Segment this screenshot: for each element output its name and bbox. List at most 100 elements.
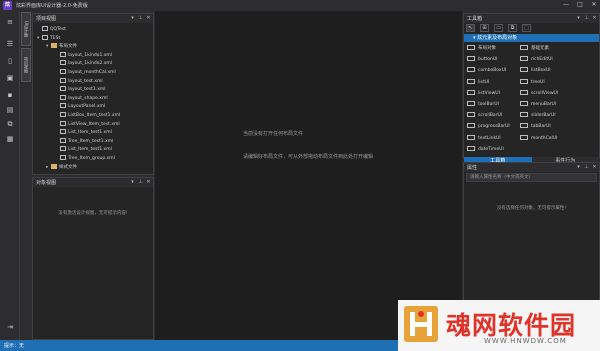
panel-controls: ▾ ⊥ ✕: [130, 179, 151, 186]
file-icon: [60, 86, 66, 92]
copy-tool-icon[interactable]: ⧉: [508, 24, 517, 32]
collapse-icon[interactable]: ⇥: [6, 323, 14, 331]
toolbox-item[interactable]: scrollViewUI: [520, 89, 558, 98]
tree-folder[interactable]: ▾ 布局文件: [46, 43, 77, 51]
tree-file[interactable]: List_Item_test1.xml: [55, 129, 112, 137]
toolbox-item[interactable]: richEditUI: [520, 55, 553, 64]
tree-file[interactable]: Tree_Item_test1.xml: [55, 137, 113, 146]
export-icon[interactable]: ⧉: [6, 120, 14, 128]
toolbox-item-label: textLinkUI: [478, 135, 501, 141]
close-icon[interactable]: ✕: [592, 15, 597, 22]
pin-icon[interactable]: ⊥: [138, 179, 143, 186]
toolbox-item[interactable]: buttonUI: [467, 55, 497, 64]
save-all-icon[interactable]: ▤: [6, 106, 14, 114]
toolbox-item[interactable]: scrollBarUI: [467, 111, 502, 120]
file-icon: [60, 60, 66, 66]
save-icon[interactable]: ▪: [6, 91, 14, 99]
toolbox-item-label: treeUI: [531, 79, 545, 85]
close-button[interactable]: ✕: [590, 1, 598, 9]
tree-file[interactable]: layout_1kindo2.xml: [55, 60, 112, 68]
dropdown-icon[interactable]: ▾: [576, 15, 581, 22]
toolbox-item[interactable]: menuBarUI: [520, 100, 556, 109]
close-icon[interactable]: ✕: [146, 179, 151, 186]
control-icon: [520, 45, 528, 50]
toolbox-item[interactable]: toolBarUI: [467, 100, 499, 109]
new-file-icon[interactable]: ▯: [6, 57, 14, 65]
tab-project-view[interactable]: 项目视图: [21, 48, 31, 82]
toolbox-item-label: monthCalUI: [531, 135, 558, 141]
tab-ui-designer[interactable]: UI设计器: [21, 12, 31, 46]
toolbox-item[interactable]: sliderBarUI: [520, 111, 556, 120]
tree-item-label: layout_shape.xml: [68, 95, 108, 101]
toolbox-item[interactable]: comboBoxUI: [467, 66, 506, 75]
frame-tool-icon[interactable]: ⬚: [522, 24, 531, 32]
tree-item-label: LayoutPanel.xml: [68, 104, 106, 110]
tree-item-label: ListBox_Item_test1.xml: [68, 113, 121, 118]
tree-file[interactable]: LayoutPanel.xml: [55, 103, 105, 111]
tree-file[interactable]: Tree_Item_group.xml: [55, 155, 115, 163]
dropdown-icon[interactable]: ▾: [130, 179, 135, 186]
tree-file[interactable]: ▾ TESt: [37, 34, 60, 43]
import-icon[interactable]: ▦: [6, 135, 14, 143]
toolbox-item[interactable]: listUI: [467, 78, 489, 87]
tree-file[interactable]: ListView_Item_test.xml: [55, 120, 120, 129]
dropdown-icon[interactable]: ▾: [576, 164, 581, 171]
close-icon[interactable]: ✕: [146, 15, 151, 22]
toolbox-item[interactable]: listBoxUI: [520, 66, 551, 75]
status-text: 提示：无: [4, 343, 25, 349]
toolbox-item-label: richEditUI: [531, 57, 553, 63]
rect-tool-icon[interactable]: ▭: [494, 24, 503, 32]
empty-message: 没有选择任何对象，无可提示属性!: [496, 206, 567, 211]
toolbox-group-header[interactable]: ▾ 炫元素及布局对象: [464, 34, 599, 42]
toolbox-item-label: comboBoxUI: [478, 68, 507, 74]
tree-file[interactable]: layout_monthCal.xml: [55, 69, 116, 77]
pin-icon[interactable]: ⊥: [584, 164, 589, 171]
minimize-button[interactable]: —: [562, 1, 570, 9]
maximize-button[interactable]: □: [576, 1, 584, 9]
tree-file[interactable]: layout_1kindo1.xml: [55, 51, 112, 60]
control-icon: [467, 101, 475, 106]
tree-file[interactable]: List_Item_test1.xml: [55, 146, 112, 154]
toolbox-item-label: buttonUI: [478, 57, 498, 63]
toolbox-item[interactable]: progressBarUI: [467, 122, 510, 131]
tree-item-label: List_Item_test1.xml: [68, 147, 112, 153]
tree-file[interactable]: layout_test.xml: [55, 77, 103, 86]
open-file-icon[interactable]: ▣: [6, 74, 14, 82]
tree-item-label: 样式文件: [59, 164, 77, 170]
tree-file[interactable]: QQTest: [37, 26, 66, 34]
toolbox-item[interactable]: 基础元素: [520, 44, 549, 53]
toolbox-item[interactable]: listViewUI: [467, 89, 500, 98]
toolbox-item-label: listViewUI: [478, 90, 500, 96]
close-icon[interactable]: ✕: [592, 164, 597, 171]
tree-item-label: layout_test.xml: [68, 78, 103, 84]
toolbox-item[interactable]: tabBarUI: [520, 122, 551, 131]
control-icon: [520, 101, 528, 106]
tree-file[interactable]: ListBox_Item_test1.xml: [55, 112, 120, 120]
toolbox-item[interactable]: dateTimeUI: [467, 145, 504, 154]
toolbox-item[interactable]: textLinkUI: [467, 134, 501, 143]
tree-file[interactable]: layout_shape.xml: [55, 94, 108, 103]
list-icon[interactable]: ☰: [6, 40, 14, 48]
window-title: 炫彩界面库UI设计器-2.0-免费版: [16, 3, 88, 9]
panel-header: 项目视图 ▾ ⊥ ✕: [33, 14, 153, 23]
toolbox-item[interactable]: monthCalUI: [520, 134, 557, 143]
toolbox-item[interactable]: 布局对象: [467, 44, 496, 53]
toolbox-item-label: listUI: [478, 79, 490, 85]
grid-tool-icon[interactable]: ⊞: [480, 24, 489, 32]
file-icon: [60, 51, 66, 57]
pin-icon[interactable]: ⊥: [584, 15, 589, 22]
file-icon: [42, 26, 48, 31]
editor-area[interactable]: 当前没有打开任何布局文件 请编辑好布局文件，可从外部拖动布局文件到此处打开编辑: [155, 11, 462, 340]
property-search-input[interactable]: 请输入属性名称（中文或英文）: [466, 173, 597, 182]
control-icon: [467, 145, 475, 151]
dropdown-icon[interactable]: ▾: [130, 15, 135, 22]
pin-icon[interactable]: ⊥: [138, 15, 143, 22]
tree-file[interactable]: layout_test1.xml: [55, 86, 106, 94]
toolbox-item[interactable]: treeUI: [520, 78, 545, 87]
pointer-tool-icon[interactable]: ↖: [466, 24, 475, 32]
tree-folder[interactable]: ▸ 样式文件: [46, 163, 77, 172]
tree-item-label: 布局文件: [59, 44, 77, 50]
tree-item-label: ListView_Item_test.xml: [68, 121, 120, 127]
empty-message: 没有激活设计视图，无可提示内容!: [58, 211, 128, 216]
menu-icon[interactable]: ≡: [6, 18, 14, 26]
